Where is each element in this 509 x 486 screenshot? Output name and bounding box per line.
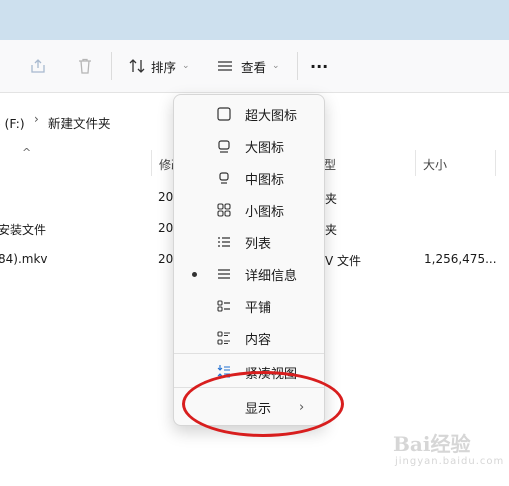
column-separator <box>151 150 152 176</box>
file-name[interactable]: 安装文件 <box>0 221 46 238</box>
sort-ascending-icon: ^ <box>22 146 32 159</box>
tiles-icon <box>215 297 233 315</box>
more-options-button[interactable]: ··· <box>310 52 328 80</box>
menu-item-label: 超大图标 <box>245 108 298 124</box>
file-type: 夹 <box>325 223 338 237</box>
details-icon <box>215 265 233 283</box>
chevron-down-icon: ⌄ <box>272 61 280 71</box>
watermark-logo: Bai经验 <box>393 432 471 456</box>
share-icon[interactable] <box>28 56 48 76</box>
menu-item-content[interactable]: 内容 <box>174 322 324 354</box>
breadcrumb-folder[interactable]: 新建文件夹 <box>48 113 111 132</box>
breadcrumb-drive[interactable]: 卷 (F:) <box>0 113 25 132</box>
large-icons-icon <box>215 137 233 155</box>
file-type: 夹 <box>325 192 338 206</box>
list-icon <box>215 233 233 251</box>
selected-indicator <box>192 271 197 277</box>
sort-label: 排序 <box>151 59 177 75</box>
menu-item-medium-icons[interactable]: 中图标 <box>174 162 324 194</box>
menu-item-label: 平铺 <box>245 300 272 316</box>
menu-divider <box>174 353 324 354</box>
file-size: 1,256,475... <box>424 252 497 266</box>
extra-large-icons-icon <box>215 105 233 123</box>
menu-item-large-icons[interactable]: 大图标 <box>174 130 324 162</box>
menu-item-list[interactable]: 列表 <box>174 226 324 258</box>
file-name[interactable]: 84).mkv <box>0 252 48 266</box>
chevron-down-icon: ⌄ <box>182 61 190 71</box>
menu-item-label: 小图标 <box>245 204 285 220</box>
column-separator <box>415 150 416 176</box>
menu-item-label: 内容 <box>245 332 272 348</box>
sort-icon <box>129 59 145 73</box>
view-label: 查看 <box>241 59 267 75</box>
view-icon <box>218 61 232 71</box>
annotation-circle <box>182 371 344 437</box>
file-type: V 文件 <box>325 254 362 268</box>
file-date: 20 <box>158 221 174 235</box>
menu-item-label: 大图标 <box>245 140 285 156</box>
menu-item-tiles[interactable]: 平铺 <box>174 290 324 322</box>
medium-icons-icon <box>215 169 233 187</box>
menu-item-label: 列表 <box>245 236 272 252</box>
menu-item-extra-large-icons[interactable]: 超大图标 <box>174 98 324 130</box>
watermark-url: jingyan.baidu.com <box>395 456 505 467</box>
toolbar-separator <box>111 52 112 80</box>
column-size[interactable]: 大小 <box>423 156 447 173</box>
title-strip <box>0 0 509 40</box>
chevron-right-icon: › <box>34 112 39 126</box>
view-button[interactable]: 查看 ⌄ <box>216 52 280 80</box>
sort-button[interactable]: 排序 ⌄ <box>128 52 190 80</box>
command-bar: 排序 ⌄ 查看 ⌄ ··· <box>0 40 509 93</box>
toolbar-separator <box>297 52 298 80</box>
small-icons-icon <box>215 201 233 219</box>
content-icon <box>215 329 233 347</box>
column-separator <box>495 150 496 176</box>
menu-item-label: 详细信息 <box>245 268 298 284</box>
file-date: 20 <box>158 252 174 266</box>
delete-icon[interactable] <box>75 56 95 76</box>
menu-item-label: 中图标 <box>245 172 285 188</box>
menu-item-details[interactable]: 详细信息 <box>174 258 324 290</box>
file-date: 20 <box>158 190 174 204</box>
menu-item-small-icons[interactable]: 小图标 <box>174 194 324 226</box>
